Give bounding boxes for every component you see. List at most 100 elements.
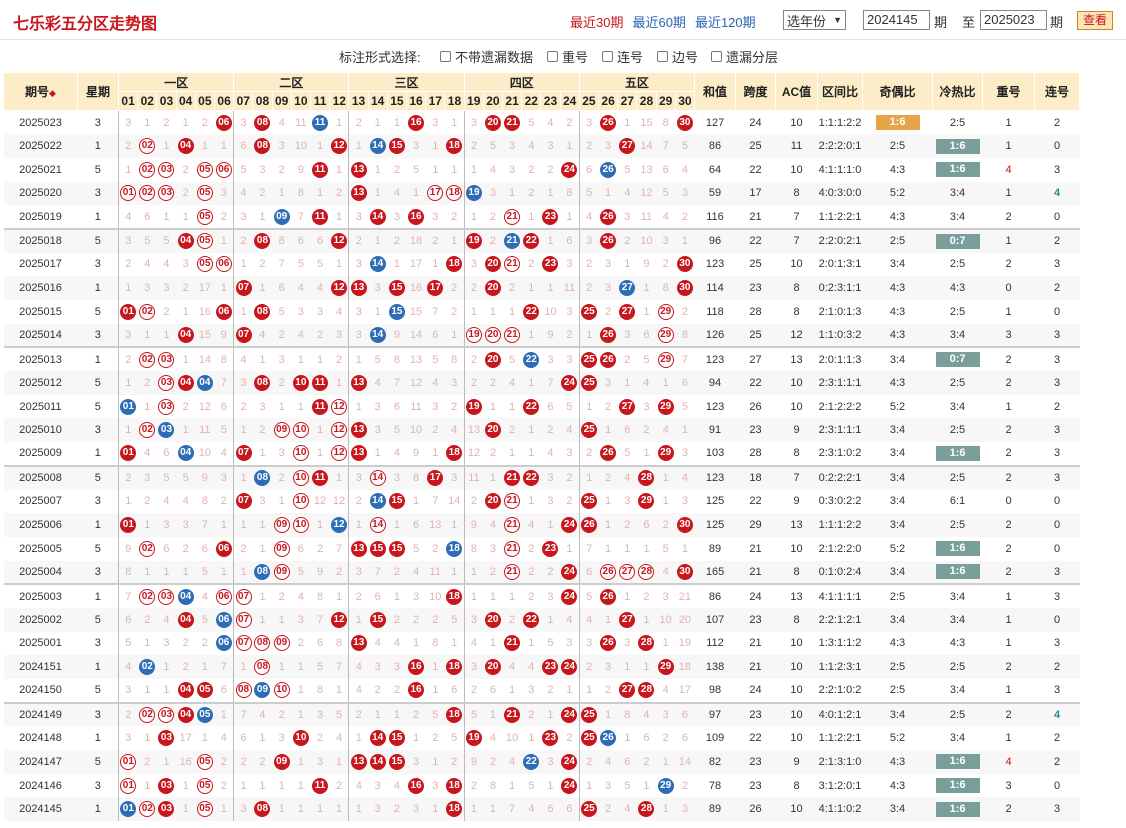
number-cell: 17 (425, 276, 445, 300)
table-row: 2025003 1 7 02 03 04 4 06 07 1 2 4 8 1 2 6 1 3 10 18 1 1 1 2 3 24… (3, 583, 1124, 608)
span-cell: 26 (735, 394, 776, 419)
number-cell: 1 (348, 394, 369, 419)
number-cell: 2 (444, 276, 465, 300)
number-cell: 5 (156, 464, 177, 490)
number-cell: 24 (560, 750, 580, 774)
drawn-ball: 09 (273, 753, 290, 770)
number-cell: 26 (578, 513, 599, 537)
number-cell: 9 (387, 323, 407, 348)
option-edge[interactable]: 边号 (657, 47, 698, 66)
number-cell: 2 (540, 157, 561, 182)
to-period-input[interactable]: 2025023 (980, 10, 1047, 30)
number-cell: 05 (195, 750, 215, 774)
number-cell: 1 (291, 679, 311, 703)
from-period-input[interactable]: 2024145 (863, 10, 930, 30)
checkbox[interactable] (602, 51, 613, 62)
number-cell: 12 (329, 442, 349, 466)
drawn-ball: 10 (292, 470, 309, 487)
number-cell: 2 (578, 750, 599, 774)
number-cell: 2 (617, 227, 637, 253)
number-cell: 5 (425, 346, 445, 372)
view-button[interactable]: 查看 (1077, 11, 1113, 30)
hot-cold-tag: 1:6 (935, 778, 980, 794)
number-cell: 3 (598, 773, 618, 798)
number-cell: 21 (502, 513, 522, 537)
number-cell: 03 (156, 797, 177, 822)
consecutive-cell: 2 (1034, 227, 1080, 253)
drawn-ball: 25 (581, 374, 598, 391)
number-cell: 13 (348, 442, 369, 466)
number-cell: 15 (195, 323, 215, 348)
number-cell: 03 (156, 371, 177, 395)
number-cell: 09 (272, 560, 292, 585)
number-cell: 25 (578, 346, 599, 372)
drawn-ball: 22 (523, 233, 540, 250)
col-period[interactable]: 期号◆ (3, 72, 78, 111)
number-cell: 21 (502, 227, 522, 253)
number-cell: 7 (117, 583, 138, 608)
number-cell: 1 (598, 489, 618, 514)
number-cell: 1 (636, 276, 657, 300)
drawn-ball: 06 (215, 114, 232, 131)
number-cell: 3 (617, 205, 637, 229)
number-cell: 23 (540, 655, 561, 679)
number-cell: 5 (675, 134, 695, 158)
hot-cold-cell: 3:4 (932, 181, 983, 206)
number-cell: 28 (636, 679, 657, 703)
number-cell: 1 (291, 773, 311, 798)
number-cell: 1 (521, 631, 541, 656)
ac-cell: 8 (775, 773, 818, 798)
number-cell: 4 (233, 346, 253, 372)
number-cell: 1 (578, 394, 599, 419)
number-cell: 1 (329, 679, 349, 703)
ac-cell: 10 (775, 631, 818, 656)
number-cell: 02 (137, 346, 157, 372)
number-cell: 7 (214, 371, 234, 395)
checkbox[interactable] (440, 51, 451, 62)
number-cell: 16 (406, 276, 426, 300)
number-cell: 6 (617, 418, 637, 443)
period-120-link[interactable]: 最近120期 (695, 15, 756, 30)
number-cell: 1 (425, 655, 445, 679)
weekday-cell: 5 (77, 371, 119, 395)
drawn-ball: 10 (292, 374, 309, 391)
option-repeat[interactable]: 重号 (547, 47, 588, 66)
option-label: 遗漏分层 (726, 50, 779, 65)
drawn-ball: 18 (446, 777, 463, 794)
number-cell: 15 (387, 536, 407, 561)
sum-cell: 126 (694, 323, 736, 348)
checkbox[interactable] (547, 51, 558, 62)
checkbox[interactable] (711, 51, 722, 62)
checkbox[interactable] (657, 51, 668, 62)
annotation-options: 标注形式选择: 不带遗漏数据 重号 连号 边号 遗漏分层 (0, 40, 1126, 70)
number-cell: 1 (156, 750, 177, 774)
number-cell: 09 (272, 750, 292, 774)
option-consecutive[interactable]: 连号 (602, 47, 643, 66)
number-cell: 1 (578, 323, 599, 348)
drawn-ball: 26 (600, 161, 617, 178)
number-cell: 4 (252, 701, 273, 727)
number-cell: 02 (137, 701, 157, 727)
period-60-link[interactable]: 最近60期 (632, 15, 685, 30)
number-cell: 05 (195, 701, 215, 727)
drawn-ball: 07 (235, 327, 252, 344)
number-cell: 03 (156, 181, 177, 206)
number-cell: 1 (675, 536, 695, 561)
number-cell: 5 (195, 607, 215, 632)
number-cell: 24 (560, 655, 580, 679)
period-30-link[interactable]: 最近30期 (570, 15, 623, 30)
repeat-cell: 2 (982, 701, 1035, 727)
option-layer[interactable]: 遗漏分层 (711, 47, 778, 66)
drawn-ball: 11 (312, 470, 329, 487)
period-cell: 2025011 (3, 394, 78, 419)
col-weekday: 星期 (77, 72, 119, 111)
drawn-ball: 16 (408, 114, 425, 131)
drawn-ball: 21 (504, 563, 521, 580)
top-bar: 七乐彩五分区走势图 最近30期 最近60期 最近120期 选年份 ▼ 2024145 … (0, 0, 1126, 40)
sort-icon[interactable]: ◆ (49, 88, 56, 98)
number-cell: 6 (156, 442, 177, 466)
number-cell: 5 (214, 418, 234, 443)
table-row: 2024150 5 3 1 1 04 05 6 08 09 10 1 8 1 4 2 2 16 1 6 2 6 1 3 2 1 1 2… (3, 679, 1124, 703)
year-select[interactable]: 选年份 ▼ (783, 10, 846, 30)
option-no-omission[interactable]: 不带遗漏数据 (440, 47, 533, 66)
